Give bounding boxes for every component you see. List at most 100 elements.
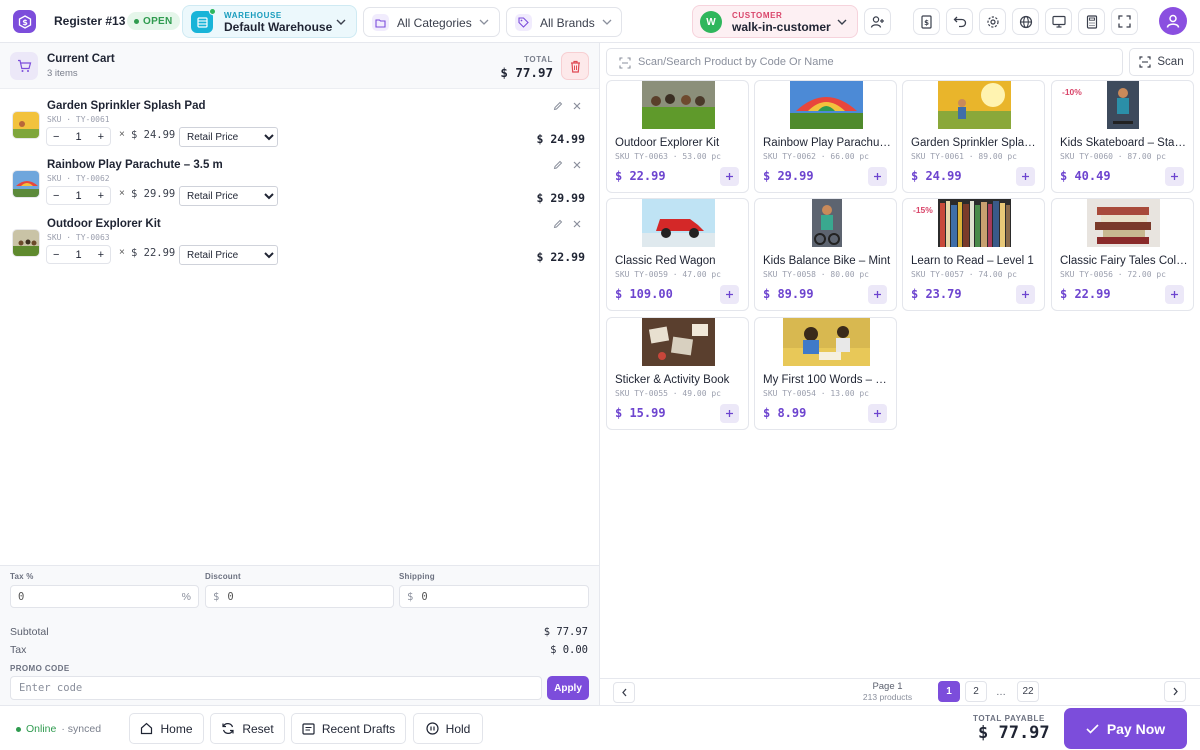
product-name: Classic Red Wagon (615, 255, 716, 267)
price-type-select[interactable]: Retail Price (179, 186, 278, 206)
product-card[interactable]: -10% Kids Skateboard – Starter SKU TY-00… (1051, 80, 1194, 193)
app-logo[interactable]: $ (13, 10, 36, 33)
product-price: $ 89.99 (763, 287, 814, 301)
price-type-select[interactable]: Retail Price (179, 245, 278, 265)
add-to-cart-button[interactable] (1016, 285, 1035, 304)
clear-cart-button[interactable] (561, 52, 589, 80)
cart-panel: Current Cart 3 items TOTAL $ 77.97 Garde… (0, 43, 600, 705)
add-to-cart-button[interactable] (720, 404, 739, 423)
edit-icon[interactable] (553, 101, 563, 111)
warehouse-label: WAREHOUSE (224, 11, 282, 20)
discount-input[interactable]: $0 (205, 585, 394, 608)
next-page-button[interactable] (1164, 681, 1186, 702)
product-card[interactable]: My First 100 Words – Board Book SKU TY-0… (754, 317, 897, 430)
product-name: Rainbow Play Parachute – 3.5 m (763, 137, 891, 149)
plus-icon (1171, 291, 1178, 298)
unit-price: $ 24.99 (131, 129, 176, 141)
invoice-icon: $ (921, 14, 932, 29)
add-to-cart-button[interactable] (720, 167, 739, 186)
edit-icon[interactable] (553, 160, 563, 170)
add-to-cart-button[interactable] (720, 285, 739, 304)
tax-input[interactable]: 0 % (10, 585, 199, 608)
quantity-value[interactable]: 1 (75, 249, 81, 261)
calculator-button[interactable] (1078, 8, 1105, 35)
brand-filter-label: All Brands (540, 16, 595, 30)
pagination: Page 1 213 products (600, 678, 1200, 705)
product-price: $ 22.99 (1060, 287, 1111, 301)
warehouse-value: Default Warehouse (224, 20, 333, 34)
edit-icon[interactable] (553, 219, 563, 229)
customer-display-button[interactable] (1045, 8, 1072, 35)
language-button[interactable] (1012, 8, 1039, 35)
globe-icon (1019, 15, 1032, 28)
decrease-qty-button[interactable]: − (53, 190, 59, 202)
cart-item: Garden Sprinkler Splash Pad SKU · TY-006… (0, 99, 599, 158)
pay-now-button[interactable]: Pay Now (1064, 708, 1187, 749)
price-type-select[interactable]: Retail Price (179, 127, 278, 147)
product-image (938, 81, 1011, 129)
product-name: My First 100 Words – Board Book (763, 374, 891, 386)
invoice-button[interactable]: $ (913, 8, 940, 35)
page-button-22[interactable]: 22 (1017, 681, 1039, 702)
product-card[interactable]: Sticker & Activity Book SKU TY-0055 · 49… (606, 317, 749, 430)
product-card[interactable]: Classic Fairy Tales Collection SKU TY-00… (1051, 198, 1194, 311)
add-customer-button[interactable] (864, 8, 891, 35)
barcode-scan-icon (1139, 56, 1151, 68)
remove-item-icon[interactable] (572, 101, 582, 111)
brand-filter[interactable]: All Brands (506, 7, 622, 37)
scan-button[interactable]: Scan (1129, 48, 1194, 76)
prev-page-button[interactable] (613, 682, 635, 703)
tax-summary-label: Tax (10, 644, 27, 656)
decrease-qty-button[interactable]: − (53, 131, 59, 143)
add-to-cart-button[interactable] (868, 167, 887, 186)
product-card[interactable]: -15% Learn to Read – Level 1 SKU TY-0057… (902, 198, 1045, 311)
product-card[interactable]: Garden Sprinkler Splash Pad SKU TY-0061 … (902, 80, 1045, 193)
remove-item-icon[interactable] (572, 160, 582, 170)
quantity-value[interactable]: 1 (75, 190, 81, 202)
product-card[interactable]: Kids Balance Bike – Mint SKU TY-0058 · 8… (754, 198, 897, 311)
customer-selector[interactable]: W CUSTOMER walk-in-customer (692, 5, 858, 38)
product-image (938, 199, 1011, 247)
cart-icon (10, 52, 38, 80)
refresh-icon (222, 723, 234, 734)
category-filter[interactable]: All Categories (363, 7, 500, 37)
increase-qty-button[interactable]: + (98, 190, 104, 202)
quantity-value[interactable]: 1 (75, 131, 81, 143)
warehouse-icon (191, 8, 216, 33)
home-button[interactable]: Home (129, 713, 204, 744)
cart-title: Current Cart (47, 53, 115, 65)
settings-button[interactable] (979, 8, 1006, 35)
add-to-cart-button[interactable] (1016, 167, 1035, 186)
user-avatar[interactable] (1159, 7, 1187, 35)
add-to-cart-button[interactable] (1165, 285, 1184, 304)
increase-qty-button[interactable]: + (98, 131, 104, 143)
page-button-2[interactable]: 2 (965, 681, 987, 702)
add-to-cart-button[interactable] (1165, 167, 1184, 186)
product-card[interactable]: Rainbow Play Parachute – 3.5 m SKU TY-00… (754, 80, 897, 193)
category-filter-label: All Categories (397, 16, 472, 30)
shipping-input[interactable]: $0 (399, 585, 589, 608)
apply-promo-button[interactable]: Apply (547, 676, 589, 700)
warehouse-selector[interactable]: WAREHOUSE Default Warehouse (182, 5, 357, 38)
add-to-cart-button[interactable] (868, 404, 887, 423)
promo-code-input[interactable]: Enter code (10, 676, 542, 700)
decrease-qty-button[interactable]: − (53, 249, 59, 261)
recent-drafts-button[interactable]: Recent Drafts (291, 713, 406, 744)
customer-value: walk-in-customer (732, 20, 831, 34)
cart-item-sku: SKU · TY-0061 (47, 115, 110, 124)
product-search-input[interactable]: Scan/Search Product by Code Or Name (606, 48, 1123, 76)
remove-item-icon[interactable] (572, 219, 582, 229)
undo-button[interactable] (946, 8, 973, 35)
product-card[interactable]: Outdoor Explorer Kit SKU TY-0063 · 53.00… (606, 80, 749, 193)
tag-icon (515, 14, 532, 31)
increase-qty-button[interactable]: + (98, 249, 104, 261)
product-price: $ 15.99 (615, 406, 666, 420)
reset-button[interactable]: Reset (210, 713, 285, 744)
cart-item-sku: SKU · TY-0062 (47, 174, 110, 183)
hold-button[interactable]: Hold (413, 713, 483, 744)
add-to-cart-button[interactable] (868, 285, 887, 304)
product-card[interactable]: Classic Red Wagon SKU TY-0059 · 47.00 pc… (606, 198, 749, 311)
fullscreen-button[interactable] (1111, 8, 1138, 35)
page-button-1[interactable]: 1 (938, 681, 960, 702)
multiply-sign: × (119, 247, 125, 258)
